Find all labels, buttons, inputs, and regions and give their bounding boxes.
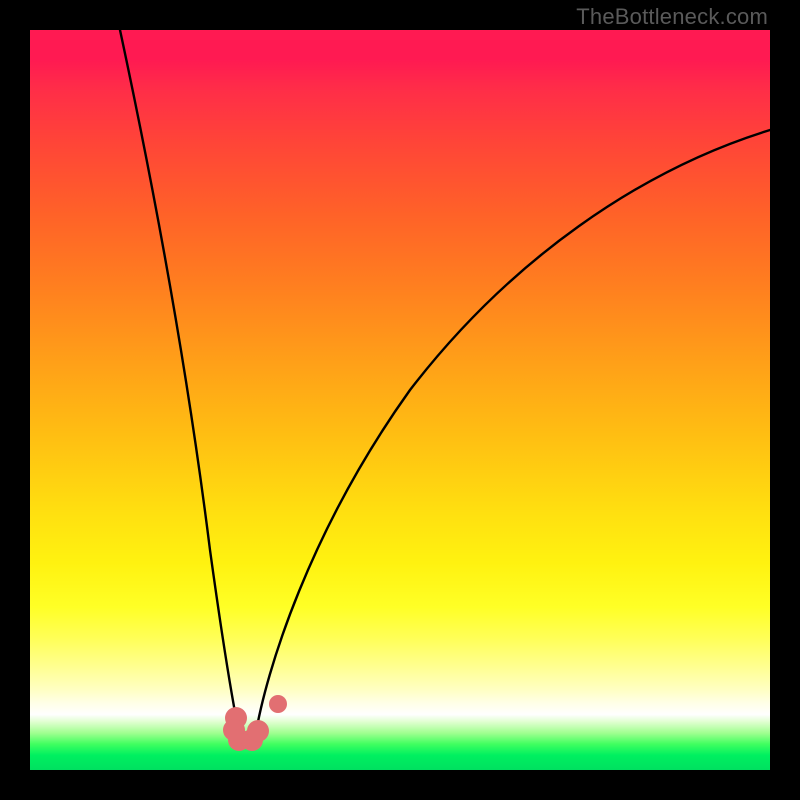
right-branch-dot bbox=[269, 695, 287, 713]
chart-frame bbox=[30, 30, 770, 770]
valley-dot-5 bbox=[247, 720, 269, 742]
chart-svg bbox=[30, 30, 770, 770]
watermark-text: TheBottleneck.com bbox=[576, 4, 768, 30]
left-curve bbox=[120, 30, 240, 738]
right-curve bbox=[255, 130, 770, 738]
valley-marker-group bbox=[223, 707, 269, 751]
